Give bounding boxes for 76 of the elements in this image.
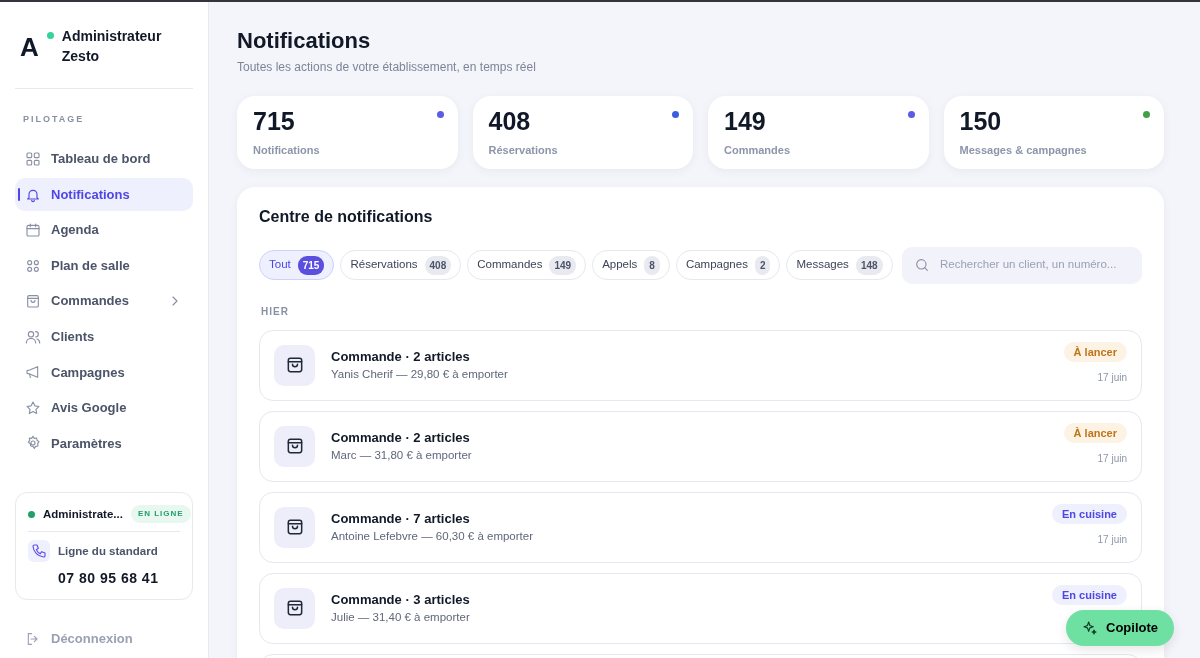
section-label: PILOTAGE [23,113,86,126]
count-badge: 408 [424,255,452,275]
megaphone-icon [25,364,41,381]
notification-row[interactable]: Commande · 2 articles Marc — 31,80 € à emporter À lancer 17 juin [259,410,1142,482]
sidebar-item[interactable]: Tableau de bord [15,142,193,176]
notification-row[interactable]: Commande · 2 articles Yanis Cherif — 29,80 € à emporter À lancer 17 juin [259,329,1142,401]
notification-title: Commande · 2 articles [331,347,471,366]
stat-label: Notifications [253,143,321,159]
filter-tab[interactable]: Réservations 408 [340,250,462,281]
user-name: Administrate... [43,506,123,522]
sidebar-item[interactable]: Plan de salle [15,249,193,283]
line-label: Ligne du standard [58,543,158,559]
users-icon [25,328,41,345]
copilot-button[interactable]: Copilote [1066,610,1174,646]
filter-tab[interactable]: Commandes 149 [467,250,587,281]
notification-title: Commande · 2 articles [331,428,471,447]
calendar-icon [25,222,41,239]
bag-icon [274,425,315,467]
status-badge: En cuisine [1051,584,1127,605]
stat-label: Messages & campagnes [959,143,1088,159]
status-badge: EN LIGNE [130,505,191,524]
count-badge: 149 [549,255,577,275]
sidebar-item[interactable]: Campagnes [15,355,193,389]
filter-tab[interactable]: Tout 715 [259,250,335,281]
sidebar-item[interactable]: Clients [15,320,193,354]
sidebar-item[interactable]: Agenda [15,213,193,247]
user-name: Administrateur Zesto [61,27,163,66]
notification-detail: Yanis Cherif — 29,80 € à emporter [331,367,508,383]
status-badge: À lancer [1063,341,1127,362]
phone-icon [28,540,50,563]
phone-number: 07 80 95 68 41 [58,569,160,589]
stat-value: 408 [488,109,532,135]
sparkle-icon [1082,620,1098,636]
group-label: HIER [261,304,290,319]
star-icon [25,399,41,416]
bag-icon [274,587,315,629]
count-badge: 2 [754,255,771,275]
stat-label: Réservations [488,143,559,159]
search-field[interactable]: Rechercher un client, un numéro... [902,246,1142,284]
sidebar-item[interactable]: Paramètres [15,426,193,460]
bag-icon [25,293,41,310]
notification-date: 17 juin [1097,370,1127,385]
notification-detail: Antoine Lefebvre — 60,30 € à emporter [331,529,533,545]
notification-title: Commande · 7 articles [331,509,471,528]
notification-date: 17 juin [1097,451,1127,466]
stat-label: Commandes [724,143,792,159]
search-icon [914,257,930,274]
logo: A [20,34,39,60]
count-badge: 715 [297,255,325,275]
settings-icon [25,435,41,452]
page-subtitle: Toutes les actions de votre établissement, en temps réel [237,59,537,77]
status-badge: En cuisine [1051,503,1127,524]
bag-icon [274,344,315,386]
notification-detail: Julie — 31,40 € à emporter [331,610,470,626]
circles-icon [25,257,41,274]
sidebar-item[interactable]: Notifications [15,178,193,211]
grid-icon [25,150,41,167]
count-badge: 8 [644,255,660,275]
notification-detail: Marc — 31,80 € à emporter [331,448,472,464]
count-badge: 148 [855,255,883,275]
bag-icon [274,506,315,548]
sidebar-item[interactable]: Avis Google [15,391,193,425]
panel-title: Centre de notifications [259,207,434,227]
filter-tab[interactable]: Campagnes 2 [675,250,781,281]
stat-value: 150 [959,109,1003,135]
sidebar-item[interactable]: Commandes [15,284,193,318]
notification-date: 17 juin [1097,532,1127,547]
status-badge: À lancer [1063,422,1127,443]
filter-tab[interactable]: Messages 148 [786,250,893,281]
page-title: Notifications [237,28,372,55]
search-input[interactable]: Rechercher un client, un numéro... [938,255,1130,275]
stat-value: 149 [724,109,767,135]
filter-tab[interactable]: Appels 8 [592,250,670,281]
notification-row[interactable]: Commande · 7 articles Antoine Lefebvre — 60,30 € à emporter En cuisine 17 juin [259,491,1142,563]
stat-value: 715 [253,109,296,135]
notification-title: Commande · 3 articles [331,590,470,609]
